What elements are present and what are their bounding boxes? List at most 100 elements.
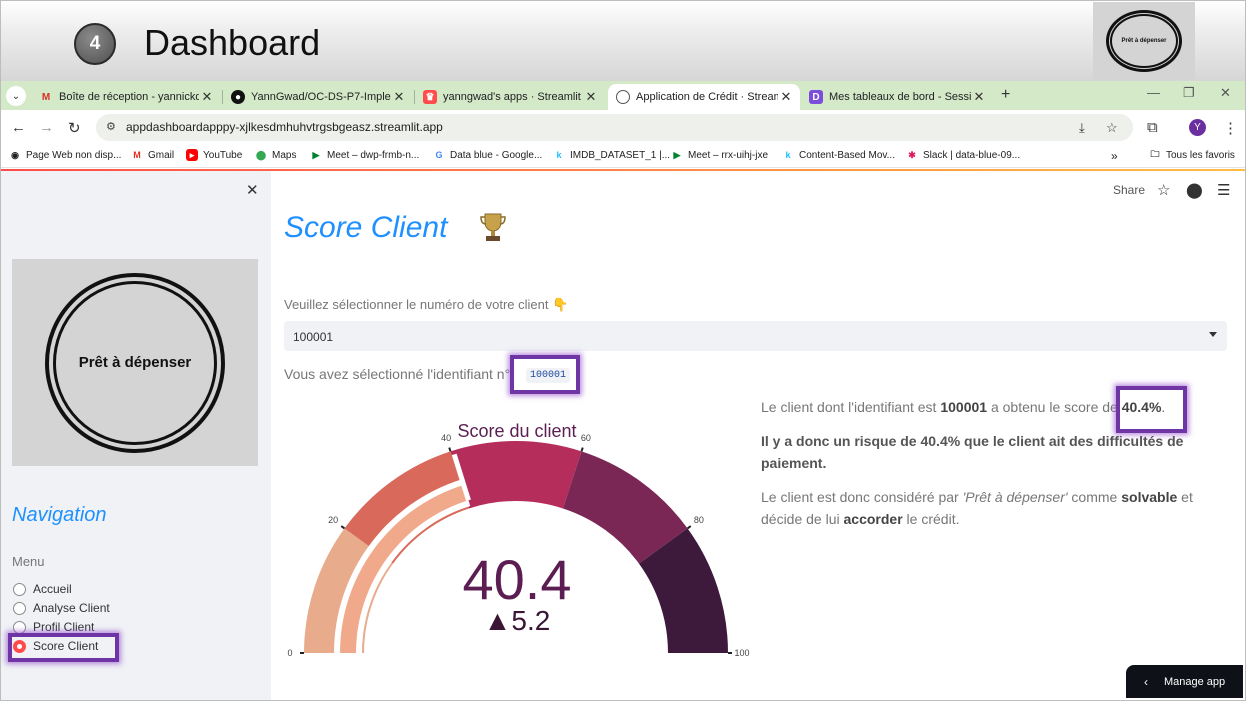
gauge-tick-label-80: 80 <box>694 515 704 525</box>
reload-icon[interactable]: ↻ <box>68 119 81 137</box>
gauge-tick-60 <box>580 447 584 452</box>
result-paragraph-2: Il y a donc un risque de 40.4% que le cl… <box>761 433 1184 471</box>
bookmark-item[interactable]: k IMDB_DATASET_1 |... <box>553 149 670 161</box>
gauge-tick-40 <box>448 447 452 452</box>
site-info-icon[interactable]: ⚙ <box>106 120 116 133</box>
bookmark-item[interactable]: ▸ YouTube <box>186 149 242 161</box>
extensions-icon[interactable]: ⧉ <box>1147 119 1158 136</box>
bookmark-item[interactable]: ◉ Page Web non disp... <box>9 149 121 161</box>
share-button[interactable]: Share <box>1113 183 1145 197</box>
page-title: Score Client <box>284 211 448 244</box>
tab-dashboards[interactable]: D Mes tableaux de bord - Session ✕ <box>801 84 993 110</box>
selected-id-text: Vous avez sélectionné l'identifiant n° <box>284 366 511 382</box>
all-bookmarks[interactable]: 🗀 Tous les favoris <box>1149 149 1234 161</box>
close-icon[interactable]: ✕ <box>391 89 407 105</box>
gauge-tick-label-0: 0 <box>287 648 292 658</box>
tab-github[interactable]: ● YannGwad/OC-DS-P7-Impleme ✕ <box>223 84 413 110</box>
score-gauge: Score du client 0 20 40 60 80 100 40.4 ▲5.2 <box>271 411 751 700</box>
gauge-delta: ▲5.2 <box>484 605 551 636</box>
radio-button[interactable] <box>13 620 26 634</box>
bookmark-item[interactable]: ⬤ Maps <box>255 149 297 161</box>
slide-title: Dashboard <box>144 22 321 63</box>
close-icon[interactable]: ✕ <box>778 89 794 105</box>
manage-app-button[interactable]: ‹ Manage app <box>1126 665 1243 698</box>
star-icon[interactable]: ☆ <box>1157 181 1170 199</box>
sidebar: ✕ Prêt à dépenser Navigation Menu Accuei… <box>1 171 271 700</box>
radio-button[interactable] <box>13 601 26 615</box>
tab-search-button[interactable]: ⌄ <box>6 86 26 106</box>
radio-button[interactable] <box>13 582 26 596</box>
bookmark-item[interactable]: G Data blue - Google... <box>433 149 542 161</box>
folder-icon: 🗀 <box>1150 149 1160 159</box>
chevron-down-icon[interactable] <box>1209 332 1217 337</box>
menu-label: Menu <box>12 554 45 569</box>
sidebar-logo: Prêt à dépenser <box>12 259 258 466</box>
header-logo: Prêt à dépenser <box>1093 2 1195 80</box>
browser-tab-bar: ⌄ M Boîte de réception - yannickque ✕ ● … <box>1 81 1245 110</box>
main-content: Share ☆ ⬤ ☰ Score Client Veuillez sélect… <box>271 171 1245 700</box>
gauge-value: 40.4 <box>463 548 572 611</box>
install-icon[interactable]: ⤓ <box>1079 120 1085 136</box>
forward-icon[interactable]: → <box>39 119 54 136</box>
close-icon[interactable]: ✕ <box>199 89 215 105</box>
step-badge: 4 <box>74 23 116 65</box>
slide-frame: 4 Dashboard Prêt à dépenser ⌄ M Boîte de… <box>0 0 1246 701</box>
result-paragraph-1: Le client dont l'identifiant est 100001 … <box>761 399 1166 415</box>
gauge-title: Score du client <box>457 421 576 441</box>
radio-score-client[interactable]: Score Client <box>13 639 98 653</box>
streamlit-icon: ♛ <box>423 90 437 104</box>
tab-streamlit-apps[interactable]: ♛ yanngwad's apps · Streamlit ✕ <box>415 84 605 110</box>
gauge-tick-label-100: 100 <box>734 648 749 658</box>
minimize-icon[interactable]: — <box>1147 85 1160 100</box>
bookmark-item[interactable]: k Content-Based Mov... <box>782 149 895 161</box>
profile-avatar[interactable]: Y <box>1189 119 1206 136</box>
trophy-icon <box>478 211 508 248</box>
restore-icon[interactable]: ❐ <box>1183 85 1195 101</box>
hamburger-menu-icon[interactable]: ☰ <box>1217 181 1230 199</box>
bookmark-item[interactable]: ✱ Slack | data-blue-09... <box>906 149 1020 161</box>
navigation-title: Navigation <box>12 504 107 526</box>
gauge-svg: Score du client 0 20 40 60 80 100 40.4 ▲5.2 <box>287 421 749 658</box>
radio-profil-client[interactable]: Profil Client <box>13 620 94 634</box>
maps-icon: ⬤ <box>255 149 267 160</box>
result-text: Le client dont l'identifiant est 100001 … <box>761 396 1211 542</box>
close-icon[interactable]: ✕ <box>583 89 599 105</box>
url-bar[interactable]: ⚙ appdashboardapppy-xjlkesdmhuhvtrgsbgea… <box>96 114 1133 141</box>
globe-icon: ◉ <box>11 149 19 160</box>
result-paragraph-3: Le client est donc considéré par 'Prêt à… <box>761 489 1193 527</box>
bookmarks-bar: ◉ Page Web non disp... M Gmail ▸ YouTube ⬤ M… <box>1 145 1245 168</box>
bookmark-item[interactable]: M Gmail <box>131 149 174 161</box>
select-label: Veuillez sélectionner le numéro de votre… <box>284 297 569 312</box>
chevron-left-icon: ‹ <box>1144 674 1148 689</box>
close-icon[interactable]: ✕ <box>971 89 987 105</box>
github-icon[interactable]: ⬤ <box>1186 181 1203 199</box>
radio-analyse-client[interactable]: Analyse Client <box>13 601 110 615</box>
slack-icon: ✱ <box>908 149 916 160</box>
close-sidebar-icon[interactable]: ✕ <box>246 181 259 199</box>
kaggle-icon: k <box>556 150 562 160</box>
bookmark-item[interactable]: ▶ Meet – rrx-uihj-jxe <box>671 149 769 161</box>
bookmark-item[interactable]: ▶ Meet – dwp-frmb-n... <box>310 149 420 161</box>
gauge-tick-label-40: 40 <box>441 433 451 443</box>
kaggle-icon: k <box>785 150 791 160</box>
client-select[interactable]: 100001 <box>284 321 1227 351</box>
gmail-icon: M <box>133 150 141 160</box>
url-text[interactable]: appdashboardapppy-xjlkesdmhuhvtrgsbgeasz… <box>126 120 443 134</box>
more-bookmarks-icon[interactable]: » <box>1111 149 1118 163</box>
tab-gmail[interactable]: M Boîte de réception - yannickque ✕ <box>31 84 221 110</box>
google-icon: G <box>435 150 443 160</box>
dashboard-icon: D <box>809 90 823 104</box>
tab-application-credit[interactable]: Application de Crédit · Streamlit ✕ <box>608 84 800 110</box>
gauge-tick-20 <box>340 525 346 530</box>
address-bar-row: ← → ↻ ⚙ appdashboardapppy-xjlkesdmhuhvtr… <box>1 110 1245 145</box>
github-icon: ● <box>231 90 245 104</box>
bookmark-star-icon[interactable]: ☆ <box>1106 120 1118 136</box>
radio-button-selected[interactable] <box>13 639 26 653</box>
youtube-icon: ▸ <box>186 149 198 161</box>
back-icon[interactable]: ← <box>11 119 26 136</box>
new-tab-button[interactable]: + <box>1001 86 1010 104</box>
radio-accueil[interactable]: Accueil <box>13 582 72 596</box>
meet-icon: ▶ <box>312 149 320 160</box>
browser-menu-icon[interactable]: ⋮ <box>1223 119 1238 137</box>
close-window-icon[interactable]: ✕ <box>1220 85 1231 101</box>
